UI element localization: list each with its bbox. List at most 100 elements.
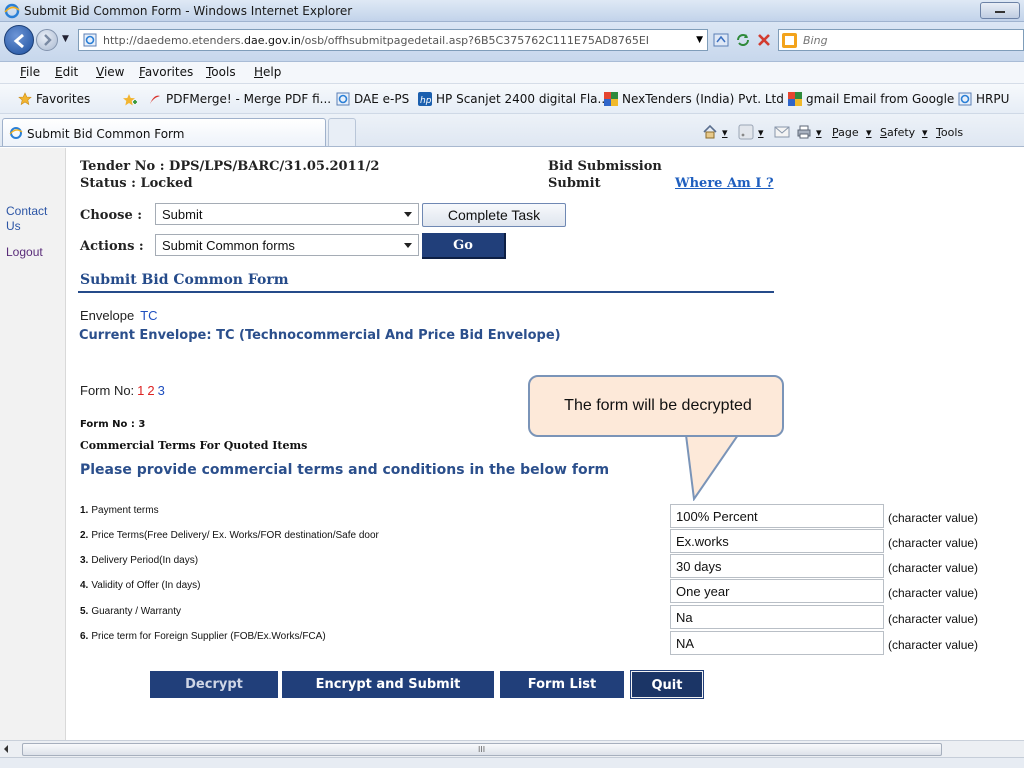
menu-tools[interactable]: Tools bbox=[206, 65, 236, 79]
search-input[interactable] bbox=[803, 32, 1003, 48]
menu-help[interactable]: Help bbox=[254, 65, 281, 79]
compatibility-view-icon[interactable] bbox=[712, 31, 730, 49]
actions-value: Submit Common forms bbox=[162, 238, 295, 253]
form-row-label: 1. Payment terms bbox=[80, 505, 159, 516]
url-dropdown-icon[interactable]: ▼ bbox=[696, 35, 703, 45]
form-number-line: Form No: 1 2 3 bbox=[80, 383, 165, 398]
choose-label: Choose : bbox=[80, 208, 143, 223]
tools-menu[interactable]: Tools bbox=[936, 126, 963, 139]
chevron-down-icon bbox=[404, 212, 412, 217]
google-icon bbox=[788, 92, 802, 106]
safety-menu[interactable]: Safety bbox=[880, 126, 915, 139]
horizontal-scrollbar[interactable]: III bbox=[0, 740, 1024, 757]
callout-box: The form will be decrypted bbox=[528, 375, 784, 437]
validity-of-offer-field[interactable] bbox=[670, 579, 884, 603]
scroll-left-icon[interactable] bbox=[4, 745, 8, 753]
print-dropdown-icon[interactable]: ▾ bbox=[816, 126, 822, 139]
logout-link[interactable]: Logout bbox=[6, 245, 62, 260]
status-bar bbox=[0, 757, 1024, 768]
refresh-icon[interactable] bbox=[734, 31, 752, 49]
window-title: Submit Bid Common Form - Windows Interne… bbox=[24, 4, 353, 18]
form-no-label: Form No: bbox=[80, 383, 135, 398]
print-icon[interactable] bbox=[796, 124, 812, 140]
bid-submission-label: Bid Submission bbox=[548, 159, 662, 174]
payment-terms-field[interactable] bbox=[670, 504, 884, 528]
foreign-supplier-price-term-field[interactable] bbox=[670, 631, 884, 655]
tender-number: Tender No : DPS/LPS/BARC/31.05.2011/2 bbox=[80, 159, 380, 174]
stop-icon[interactable] bbox=[755, 31, 773, 49]
menu-file[interactable]: File bbox=[20, 65, 40, 79]
tab-label: Submit Bid Common Form bbox=[27, 127, 185, 141]
pdf-icon bbox=[150, 95, 160, 104]
envelope-label: Envelope bbox=[80, 308, 135, 323]
choose-select[interactable]: Submit bbox=[155, 203, 419, 225]
form-instructions: Please provide commercial terms and cond… bbox=[80, 462, 610, 478]
back-button[interactable] bbox=[4, 25, 34, 55]
favorite-dae-eps[interactable]: DAE e-PS bbox=[336, 90, 409, 108]
current-envelope: Current Envelope: TC (Technocommercial A… bbox=[79, 328, 561, 343]
favorite-nextenders[interactable]: NexTenders (India) Pvt. Ltd bbox=[604, 90, 784, 108]
star-icon bbox=[18, 92, 32, 106]
go-button[interactable]: Go bbox=[422, 233, 506, 259]
form-name: Commercial Terms For Quoted Items bbox=[80, 439, 308, 452]
url-field[interactable]: http://daedemo.etenders.dae.gov.in/osb/o… bbox=[78, 29, 708, 51]
mail-icon[interactable] bbox=[774, 124, 790, 140]
page-icon bbox=[83, 33, 97, 47]
field-type-hint: (character value) bbox=[888, 536, 979, 550]
minimize-button[interactable] bbox=[980, 2, 1020, 19]
feeds-dropdown-icon[interactable]: ▾ bbox=[758, 126, 764, 139]
choose-value: Submit bbox=[162, 207, 203, 222]
form-list-button[interactable]: Form List bbox=[500, 671, 624, 698]
actions-select[interactable]: Submit Common forms bbox=[155, 234, 419, 256]
contact-us-link[interactable]: Contact Us bbox=[6, 204, 62, 234]
price-terms-field[interactable] bbox=[670, 529, 884, 553]
menu-favorites[interactable]: Favorites bbox=[139, 65, 193, 79]
add-favorite-icon[interactable] bbox=[122, 92, 138, 108]
menu-view[interactable]: View bbox=[96, 65, 124, 79]
hp-icon: hp bbox=[418, 92, 432, 106]
field-type-hint: (character value) bbox=[888, 561, 979, 575]
form-link-3[interactable]: 3 bbox=[158, 383, 165, 398]
guaranty-warranty-field[interactable] bbox=[670, 605, 884, 629]
form-row-label: 4. Validity of Offer (In days) bbox=[80, 580, 201, 591]
tab-submit-bid[interactable]: Submit Bid Common Form bbox=[2, 118, 326, 146]
scroll-grip: III bbox=[478, 745, 486, 754]
favorite-gmail[interactable]: gmail Email from Google bbox=[788, 90, 954, 108]
favorite-hp-scanjet[interactable]: hp HP Scanjet 2400 digital Fla... bbox=[418, 90, 609, 108]
complete-task-button[interactable]: Complete Task bbox=[422, 203, 566, 227]
browser-window: Submit Bid Common Form - Windows Interne… bbox=[0, 0, 1024, 768]
form-row-label: 5. Guaranty / Warranty bbox=[80, 606, 182, 617]
tab-bar: Submit Bid Common Form ▾ ▾ ▾ Page ▾ Safe… bbox=[0, 114, 1024, 147]
favorites-button[interactable]: Favorites bbox=[18, 90, 90, 108]
quit-button[interactable]: Quit bbox=[630, 670, 704, 699]
scroll-thumb[interactable]: III bbox=[22, 743, 942, 756]
favorites-bar: Favorites PDFMerge! - Merge PDF fi... DA… bbox=[0, 84, 1024, 114]
internet-explorer-icon bbox=[4, 3, 20, 19]
history-dropdown-icon[interactable]: ▼ bbox=[62, 34, 69, 44]
forward-button[interactable] bbox=[36, 29, 58, 51]
home-dropdown-icon[interactable]: ▾ bbox=[722, 126, 728, 139]
favorite-label: HP Scanjet 2400 digital Fla... bbox=[436, 92, 609, 106]
safety-dropdown-icon: ▾ bbox=[922, 126, 928, 139]
feeds-icon[interactable] bbox=[738, 124, 754, 140]
new-tab-button[interactable] bbox=[328, 118, 356, 146]
favorite-hrpu[interactable]: HRPU bbox=[958, 90, 1009, 108]
encrypt-and-submit-button[interactable]: Encrypt and Submit bbox=[282, 671, 494, 698]
decrypt-button[interactable]: Decrypt bbox=[150, 671, 278, 698]
favorite-pdfmerge[interactable]: PDFMerge! - Merge PDF fi... bbox=[148, 90, 331, 108]
form-link-1[interactable]: 1 bbox=[137, 383, 144, 398]
menu-edit[interactable]: Edit bbox=[55, 65, 78, 79]
forward-arrow-icon bbox=[44, 34, 52, 46]
address-bar: ▼ http://daedemo.etenders.dae.gov.in/osb… bbox=[0, 22, 1024, 62]
where-am-i-link[interactable]: Where Am I ? bbox=[675, 176, 774, 191]
delivery-period-field[interactable] bbox=[670, 554, 884, 578]
svg-text:hp: hp bbox=[420, 96, 432, 106]
page-menu[interactable]: Page bbox=[832, 126, 859, 139]
current-form-number: Form No : 3 bbox=[80, 419, 146, 430]
favorite-label: NexTenders (India) Pvt. Ltd bbox=[622, 92, 784, 106]
home-icon[interactable] bbox=[702, 124, 718, 140]
envelope-value[interactable]: TC bbox=[140, 308, 157, 323]
search-box[interactable] bbox=[778, 29, 1024, 51]
form-link-2[interactable]: 2 bbox=[147, 383, 154, 398]
field-type-hint: (character value) bbox=[888, 638, 979, 652]
